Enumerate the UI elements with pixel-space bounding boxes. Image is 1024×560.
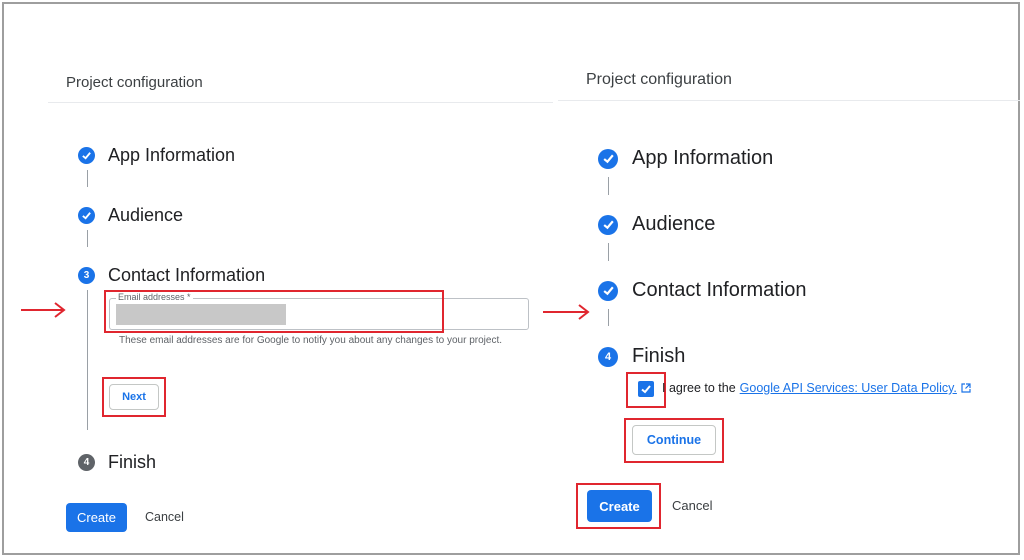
highlight-box: [626, 372, 666, 408]
highlight-box: [102, 377, 166, 417]
highlight-box: [576, 483, 661, 529]
page-title: Project configuration: [586, 71, 732, 88]
right-panel: Project configuration App Information Au…: [543, 0, 1020, 556]
step-label: Finish: [108, 452, 157, 472]
right-arrow-icon: [21, 302, 66, 318]
step-audience: Audience: [78, 205, 183, 226]
step-label: Audience: [632, 213, 716, 235]
highlight-box: [104, 290, 444, 333]
step-label: Contact Information: [108, 265, 266, 285]
highlight-box: [624, 418, 724, 463]
check-icon: [78, 147, 95, 164]
check-icon: [598, 148, 618, 169]
check-icon: [598, 214, 618, 235]
external-link-icon: [961, 383, 971, 393]
step-finish: 4 Finish: [598, 345, 685, 368]
cancel-button[interactable]: Cancel: [672, 498, 712, 513]
page-title: Project configuration: [66, 74, 203, 91]
create-button[interactable]: Create: [66, 503, 127, 532]
step-finish: 4 Finish: [78, 452, 156, 473]
check-icon: [598, 280, 618, 301]
step-connector: [608, 177, 609, 195]
step-audience: Audience: [598, 213, 715, 236]
step-connector: [87, 230, 88, 247]
helper-text: These email addresses are for Google to …: [119, 335, 502, 346]
step-app-information: App Information: [78, 145, 235, 166]
step-app-information: App Information: [598, 147, 773, 170]
left-panel: Project configuration App Information Au…: [0, 0, 556, 556]
step-number-badge: 4: [598, 346, 618, 367]
step-number-badge: 3: [78, 267, 95, 284]
right-arrow-icon: [543, 304, 590, 320]
step-label: App Information: [632, 147, 774, 169]
cancel-button[interactable]: Cancel: [145, 510, 184, 524]
step-connector: [608, 309, 609, 326]
check-icon: [78, 207, 95, 224]
step-label: Finish: [632, 345, 686, 367]
policy-link[interactable]: Google API Services: User Data Policy.: [740, 381, 957, 395]
step-contact-information: Contact Information: [598, 279, 807, 302]
header-divider: [48, 102, 553, 103]
step-label: Audience: [108, 205, 184, 225]
step-label: Contact Information: [632, 279, 807, 301]
step-contact-information: 3 Contact Information: [78, 265, 265, 286]
agree-label: I agree to the: [662, 381, 736, 395]
header-divider: [558, 100, 1020, 101]
step-connector: [87, 290, 88, 430]
step-label: App Information: [108, 145, 236, 165]
agree-text: I agree to the Google API Services: User…: [662, 381, 971, 395]
step-connector: [87, 170, 88, 187]
step-connector: [608, 243, 609, 261]
step-number-badge: 4: [78, 454, 95, 471]
